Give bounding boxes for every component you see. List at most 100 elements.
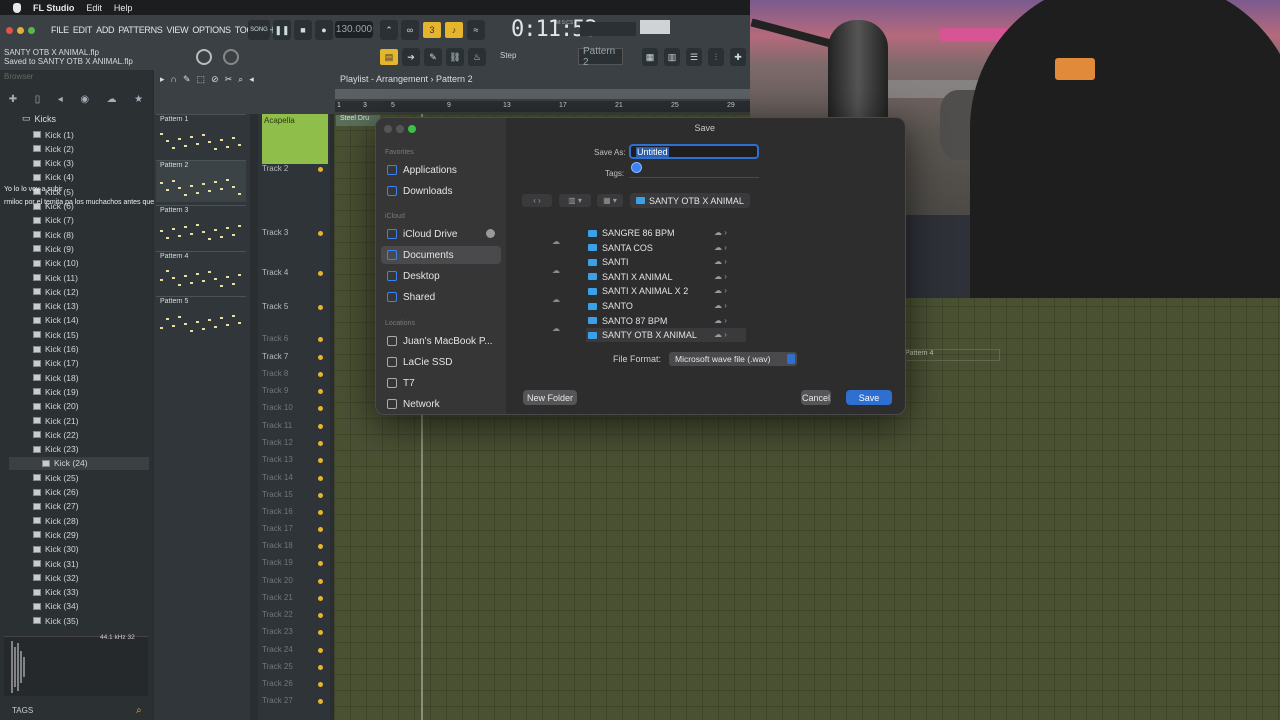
view-columns-icon[interactable]: ▥ ▾ xyxy=(559,194,591,207)
track-label[interactable]: Track 10 xyxy=(262,403,293,412)
browser-item-kick[interactable]: Kick (9) xyxy=(33,242,74,255)
track-label[interactable]: Track 22 xyxy=(262,610,293,619)
menu-edit[interactable]: Edit xyxy=(86,3,102,13)
browser-item-kick[interactable]: Kick (11) xyxy=(33,271,78,284)
countdown-button[interactable]: 3 xyxy=(423,22,441,38)
track-label[interactable]: Track 6 xyxy=(262,334,288,343)
pattern-picker-item[interactable]: Pattern 2 xyxy=(156,159,246,202)
pattern-4-clip[interactable]: Pattern 4 xyxy=(900,349,1000,361)
browser-item-kick[interactable]: Kick (14) xyxy=(33,314,79,327)
search-icon[interactable]: ⌕ xyxy=(136,705,142,716)
track-label[interactable]: Track 26 xyxy=(262,679,293,688)
pattern-picker-item[interactable]: Pattern 5 xyxy=(156,296,246,338)
track-mute-led-icon[interactable] xyxy=(318,441,323,446)
track-mute-led-icon[interactable] xyxy=(318,579,323,584)
speaker-icon[interactable]: ◂ xyxy=(58,94,63,105)
sidebar-item-lacie[interactable]: LaCie SSD xyxy=(381,353,501,371)
browser-item-kick[interactable]: Kick (7) xyxy=(33,214,74,227)
magnet-icon[interactable]: ∩ xyxy=(171,74,177,85)
new-folder-button[interactable]: New Folder xyxy=(523,390,577,405)
sidebar-item-t7[interactable]: T7 xyxy=(381,374,501,392)
track-label[interactable]: Track 13 xyxy=(262,455,293,464)
brush-tool-icon[interactable]: ✎ xyxy=(424,48,442,66)
track-mute-led-icon[interactable] xyxy=(318,476,323,481)
browser-item-kick[interactable]: Kick (16) xyxy=(33,343,79,356)
save-as-input[interactable]: Untitled xyxy=(629,144,759,159)
track-mute-led-icon[interactable] xyxy=(318,596,323,601)
arrow-right-icon[interactable]: ➔ xyxy=(402,48,420,66)
track-label[interactable]: Track 15 xyxy=(262,490,293,499)
browser-item-kick[interactable]: Kick (34) xyxy=(33,600,79,613)
browser-item-kick[interactable]: Kick (17) xyxy=(33,357,79,370)
cloud-icon[interactable]: ☁ xyxy=(107,94,117,105)
track-mute-led-icon[interactable] xyxy=(318,699,323,704)
plugin-icon[interactable]: ✚ xyxy=(730,48,746,66)
master-volume-knob[interactable] xyxy=(196,49,212,65)
pattern-picker-item[interactable]: Pattern 1 xyxy=(156,114,246,156)
stop-button[interactable]: ■ xyxy=(294,20,312,40)
track-mute-led-icon[interactable] xyxy=(318,305,323,310)
piano-roll-icon[interactable]: ▥ xyxy=(664,48,680,66)
master-pitch-knob[interactable] xyxy=(223,49,239,65)
plugin-icon[interactable]: ◉ xyxy=(80,94,89,105)
browser-item-kick[interactable]: Kick (3) xyxy=(33,157,74,170)
track-label[interactable]: Track 18 xyxy=(262,541,293,550)
track-mute-led-icon[interactable] xyxy=(318,561,323,566)
track-label[interactable]: Track 24 xyxy=(262,645,293,654)
back-forward-buttons[interactable]: ‹ › xyxy=(522,194,552,207)
slice-icon[interactable]: ✂ xyxy=(225,74,233,85)
browser-item-kick[interactable]: Kick (25) xyxy=(33,471,79,484)
wait-input-icon[interactable]: ∞ xyxy=(401,20,419,40)
track-mute-led-icon[interactable] xyxy=(318,167,323,172)
browser-item-kick[interactable]: Kick (28) xyxy=(33,514,79,527)
track-mute-led-icon[interactable] xyxy=(318,544,323,549)
browser-item-kick[interactable]: Kick (32) xyxy=(33,571,79,584)
track-label[interactable]: Track 25 xyxy=(262,662,293,671)
browser-item-kick[interactable]: Kick (15) xyxy=(33,328,79,341)
browser-item-kick[interactable]: Kick (24) xyxy=(9,456,149,470)
timeline-ruler[interactable]: 1 3 5 9 13 17 21 25 29 xyxy=(335,101,750,112)
fl-menu-view[interactable]: VIEW xyxy=(167,25,189,35)
track-mute-led-icon[interactable] xyxy=(318,630,323,635)
menu-app-name[interactable]: FL Studio xyxy=(33,3,74,13)
track-mute-led-icon[interactable] xyxy=(318,648,323,653)
file-icon[interactable]: ▯ xyxy=(35,94,41,105)
tempo-display[interactable]: 130.000 xyxy=(335,21,373,38)
fl-menu-edit[interactable]: EDIT xyxy=(73,25,93,35)
track-mute-led-icon[interactable] xyxy=(318,337,323,342)
mixer-icon[interactable]: ♨ xyxy=(468,48,486,66)
track-label[interactable]: Track 8 xyxy=(262,369,288,378)
browser-folder-kicks[interactable]: ▭ Kicks xyxy=(22,113,56,124)
browser-item-kick[interactable]: Kick (4) xyxy=(33,171,74,184)
menu-help[interactable]: Help xyxy=(114,3,133,13)
close-window-icon[interactable] xyxy=(6,27,13,34)
playlist-view-button[interactable]: ▤ xyxy=(380,49,398,65)
tags-input[interactable] xyxy=(629,165,759,178)
track-label[interactable]: Track 9 xyxy=(262,386,288,395)
browser-item-kick[interactable]: Kick (19) xyxy=(33,385,79,398)
track-mute-led-icon[interactable] xyxy=(318,424,323,429)
browser-item-kick[interactable]: Kick (22) xyxy=(33,428,79,441)
track-mute-led-icon[interactable] xyxy=(318,231,323,236)
playlist-scrollbar[interactable] xyxy=(335,89,750,99)
browser-item-kick[interactable]: Kick (26) xyxy=(33,486,79,499)
track-label[interactable]: Track 2 xyxy=(262,164,288,173)
track-mute-led-icon[interactable] xyxy=(318,458,323,463)
snap-selector[interactable]: Step xyxy=(500,51,516,60)
sidebar-item-shared[interactable]: Shared xyxy=(381,288,501,306)
sidebar-item-desktop[interactable]: Desktop xyxy=(381,267,501,285)
track-label[interactable]: Track 14 xyxy=(262,473,293,482)
browser-item-kick[interactable]: Kick (33) xyxy=(33,586,79,599)
browser-item-kick[interactable]: Kick (18) xyxy=(33,371,79,384)
speaker-icon[interactable]: ◂ xyxy=(249,74,254,85)
minimize-window-icon[interactable] xyxy=(17,27,24,34)
tags-label[interactable]: TAGS xyxy=(12,706,33,715)
track-label[interactable]: Track 3 xyxy=(262,228,288,237)
track-mute-led-icon[interactable] xyxy=(318,493,323,498)
track-label[interactable]: Track 17 xyxy=(262,524,293,533)
browser-item-kick[interactable]: Kick (30) xyxy=(33,543,79,556)
cancel-button[interactable]: Cancel xyxy=(801,390,831,405)
sidebar-item-applications[interactable]: Applications xyxy=(381,161,501,179)
track-label[interactable]: Track 4 xyxy=(262,268,288,277)
list-icon[interactable]: ☰ xyxy=(686,48,702,66)
